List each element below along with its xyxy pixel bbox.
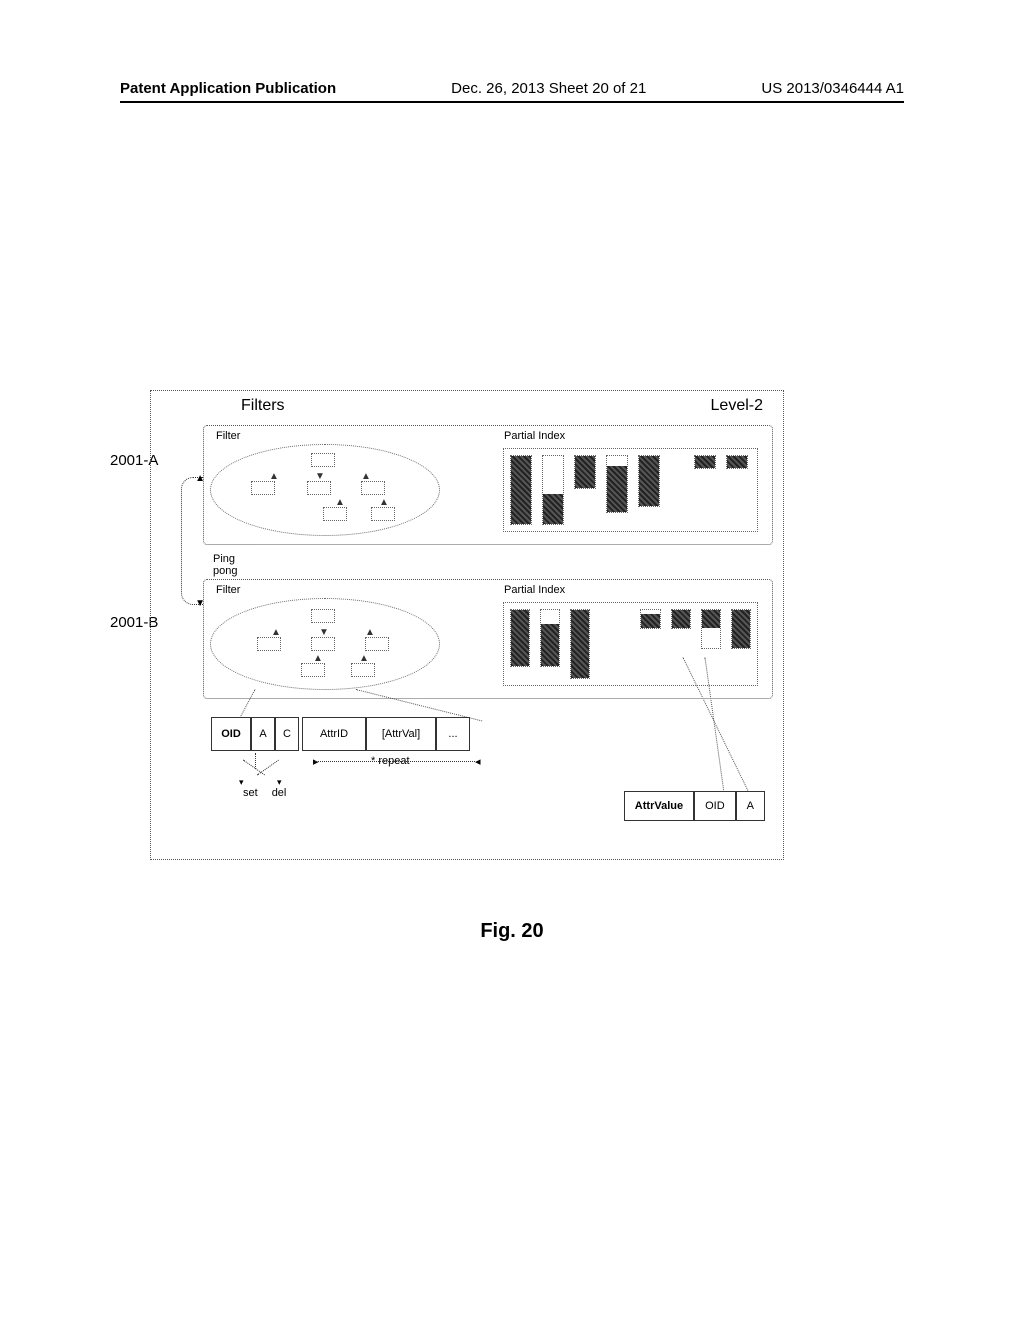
- tree-node: [301, 663, 325, 677]
- index-column: [570, 609, 590, 679]
- filters-heading: Filters: [241, 397, 285, 415]
- ping-text: Ping: [213, 553, 237, 565]
- index-column: [671, 609, 691, 629]
- partial-index-label-b: Partial Index: [504, 584, 565, 596]
- tree-node: [365, 637, 389, 651]
- index-column: [638, 455, 660, 507]
- record-cell-attrval: [AttrVal]: [366, 717, 436, 751]
- index-column: [606, 455, 628, 513]
- tree-node: [311, 609, 335, 623]
- tree-arrow-icon: ▲: [335, 497, 345, 508]
- repeat-label-group: ▸ * repeat ◂: [371, 755, 410, 767]
- tree-node: [311, 637, 335, 651]
- record-cell-etc: ...: [436, 717, 470, 751]
- partial-index-label-a: Partial Index: [504, 430, 565, 442]
- tree-arrow-icon: ▲: [359, 653, 369, 664]
- index-column: [731, 609, 751, 649]
- diagram-frame: Filters Level-2 ▲ ▼ Ping pong Filter Par…: [150, 390, 784, 860]
- index-column: [540, 609, 560, 667]
- attr-value-row: AttrValue OID A: [624, 791, 765, 821]
- tree-arrow-icon: ▲: [361, 471, 371, 482]
- attr-cell-a: A: [736, 791, 765, 821]
- connector-line: [255, 753, 256, 769]
- repeat-bar: [315, 761, 475, 762]
- partial-index-box-b: [503, 602, 758, 686]
- tree-arrow-icon: ▲: [365, 627, 375, 638]
- attr-cell-attrvalue: AttrValue: [624, 791, 694, 821]
- set-label: set: [243, 787, 258, 799]
- record-cell-c: C: [275, 717, 299, 751]
- filter-oval-b: ▲ ▼ ▲ ▲ ▲: [210, 598, 440, 690]
- tree-arrow-icon: ▲: [379, 497, 389, 508]
- index-column: [640, 609, 660, 629]
- diagram-top-labels: Filters Level-2: [151, 397, 783, 415]
- del-label: del: [272, 787, 287, 799]
- index-column: [510, 455, 532, 525]
- figure-caption: Fig. 20: [0, 920, 1024, 943]
- tree-arrow-icon: ▲: [313, 653, 323, 664]
- partial-index-box-a: [503, 448, 758, 532]
- tree-node: [307, 481, 331, 495]
- header-patent-number: US 2013/0346444 A1: [761, 80, 904, 97]
- attr-cell-oid: OID: [694, 791, 736, 821]
- panel-2001-b: Filter Partial Index ▲ ▼ ▲ ▲ ▲: [203, 579, 773, 699]
- index-column: [510, 609, 530, 667]
- tree-node: [371, 507, 395, 521]
- pong-text: pong: [213, 565, 237, 577]
- tree-node: [323, 507, 347, 521]
- set-del-labels: set del: [243, 787, 286, 799]
- tree-node: [351, 663, 375, 677]
- tree-arrow-icon: ▲: [271, 627, 281, 638]
- connector-line: [257, 760, 279, 776]
- connector-line: [243, 760, 265, 776]
- filter-label-a: Filter: [216, 430, 240, 442]
- page-header: Patent Application Publication Dec. 26, …: [120, 80, 904, 103]
- tree-node: [361, 481, 385, 495]
- index-column: [726, 455, 748, 469]
- filter-oval-a: ▲ ▼ ▲ ▲ ▲: [210, 444, 440, 536]
- ping-pong-curve: ▲ ▼: [181, 477, 203, 605]
- record-row: OID A C AttrID [AttrVal] ...: [211, 717, 470, 751]
- header-publication: Patent Application Publication: [120, 80, 336, 97]
- index-column: [694, 455, 716, 469]
- panel-2001-a: Filter Partial Index ▲ ▼ ▲ ▲ ▲: [203, 425, 773, 545]
- tree-arrow-icon: ▼: [315, 471, 325, 482]
- tree-arrow-icon: ▼: [319, 627, 329, 638]
- record-cell-a: A: [251, 717, 275, 751]
- tree-node: [311, 453, 335, 467]
- tree-arrow-icon: ▲: [269, 471, 279, 482]
- tree-node: [251, 481, 275, 495]
- filter-label-b: Filter: [216, 584, 240, 596]
- index-column: [542, 455, 564, 525]
- level-2-heading: Level-2: [711, 397, 771, 415]
- repeat-arrow-right-icon: ◂: [475, 755, 481, 768]
- record-cell-oid: OID: [211, 717, 251, 751]
- record-cell-attrid: AttrID: [302, 717, 366, 751]
- tree-node: [257, 637, 281, 651]
- header-date-sheet: Dec. 26, 2013 Sheet 20 of 21: [451, 80, 646, 97]
- index-column: [701, 609, 721, 649]
- index-column: [574, 455, 596, 489]
- ping-pong-label: Ping pong: [213, 553, 237, 577]
